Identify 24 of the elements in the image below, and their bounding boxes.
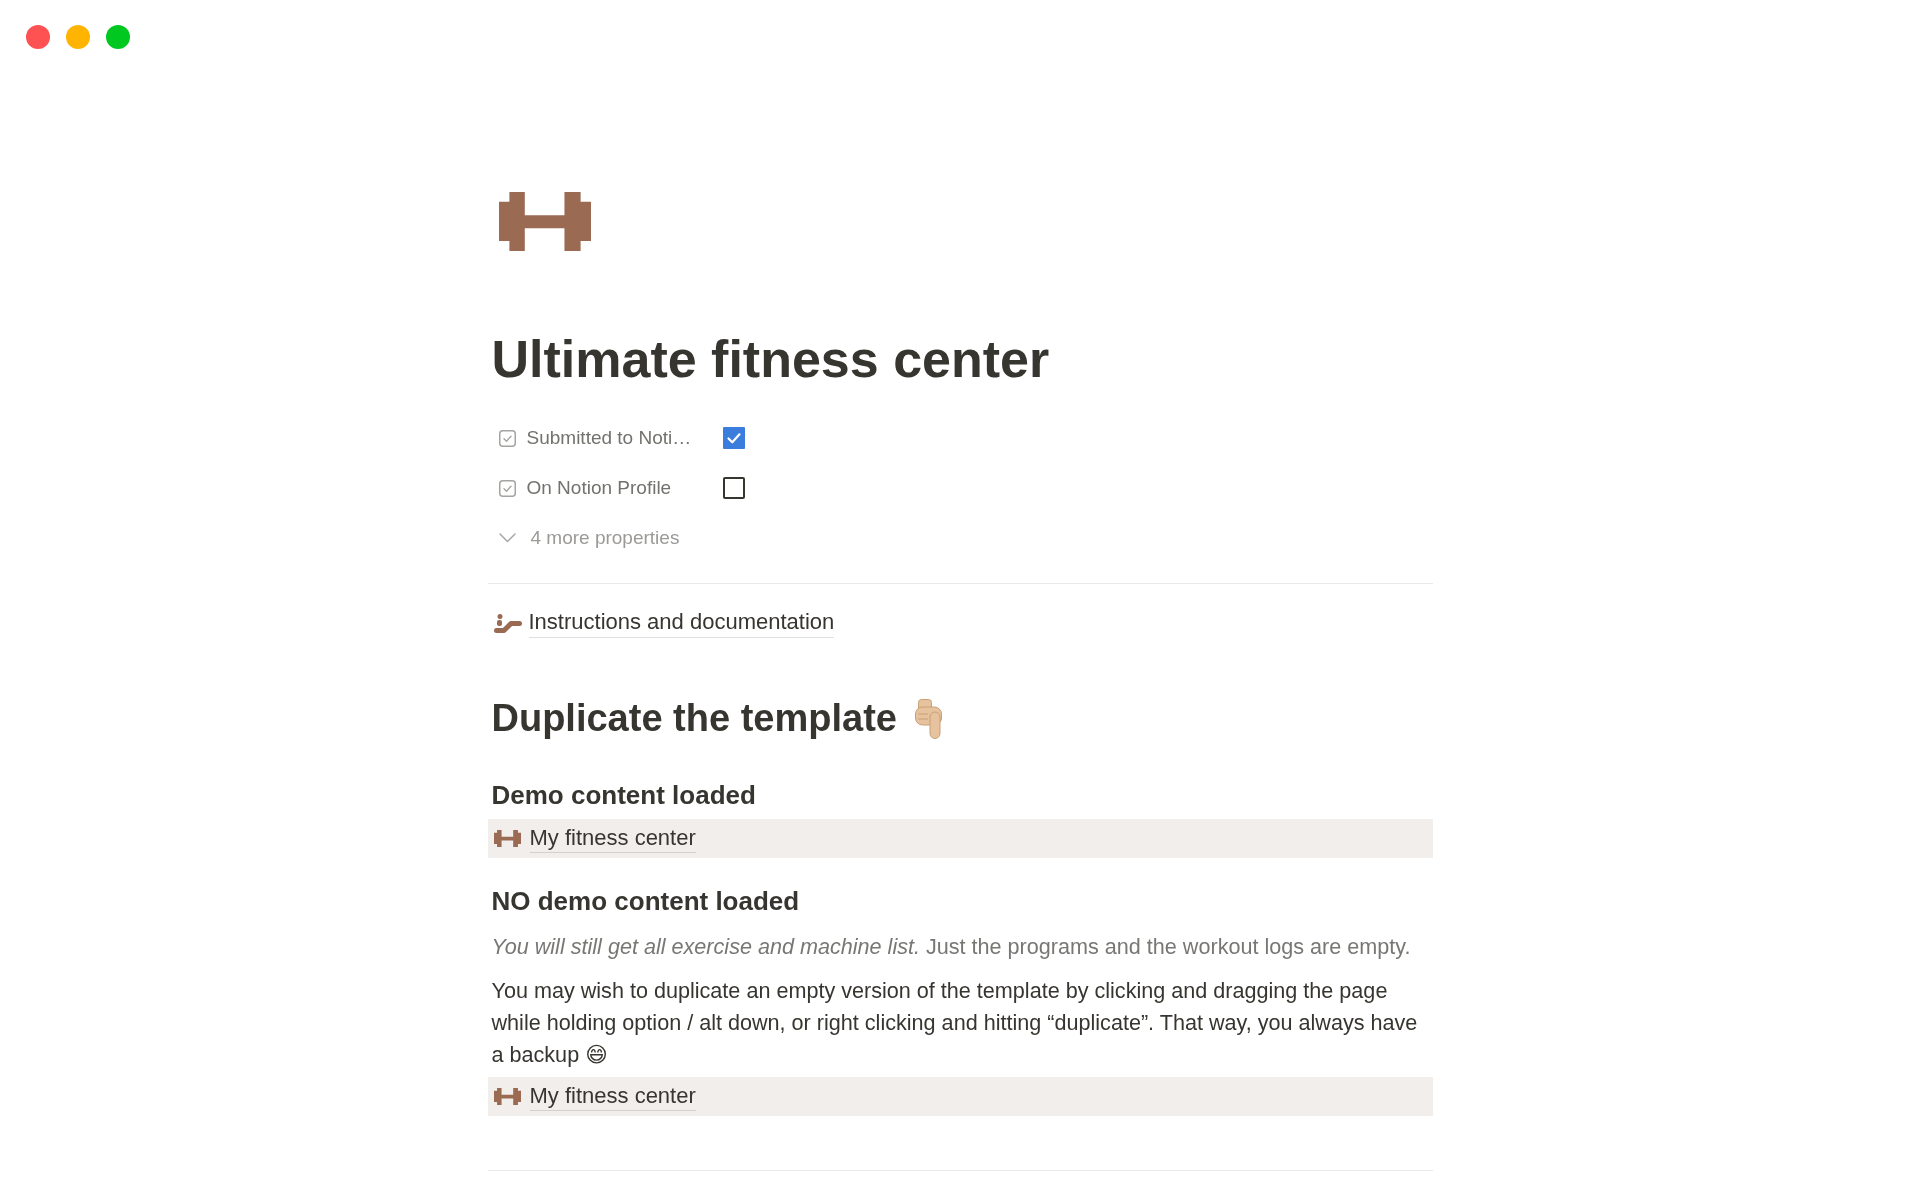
subheading: NO demo content loaded xyxy=(490,885,801,918)
page-link-block[interactable]: My fitness center xyxy=(487,819,1433,858)
section-heading: Duplicate the template xyxy=(491,696,897,741)
checkbox[interactable] xyxy=(722,427,745,449)
page-link[interactable]: Instructions and documentation xyxy=(487,605,839,641)
dumbbell-icon xyxy=(493,1088,521,1105)
property-label: On Notion Profile xyxy=(526,477,673,499)
escalator-icon xyxy=(493,613,522,633)
page-link-block[interactable]: My fitness center xyxy=(487,1077,1433,1116)
subheading: Demo content loaded xyxy=(490,779,757,812)
dumbbell-icon xyxy=(498,192,591,251)
window-control-button[interactable] xyxy=(66,25,90,49)
checked-box-icon xyxy=(498,429,516,447)
dumbbell-icon xyxy=(493,830,521,847)
chevron-down-icon xyxy=(498,533,516,543)
property-label: Submitted to Noti… xyxy=(526,427,693,449)
note-text: You will still get all exercise and machine list. Just the programs and the workout logs are empty. xyxy=(490,933,1412,961)
paragraph-text: You may wish to duplicate an empty version of the template by clicking and dragging the page while holding option / alt down, or right clicking and hitting “duplicate”. That way, you always have a backup 😄 xyxy=(490,977,1419,1069)
window-control-button[interactable] xyxy=(26,25,50,49)
checked-box-icon xyxy=(498,479,516,497)
window-control-button[interactable] xyxy=(106,25,130,49)
checkbox[interactable] xyxy=(722,477,745,499)
page-title: Ultimate fitness center xyxy=(490,329,1051,390)
pointing-down-hand-icon xyxy=(914,698,945,739)
